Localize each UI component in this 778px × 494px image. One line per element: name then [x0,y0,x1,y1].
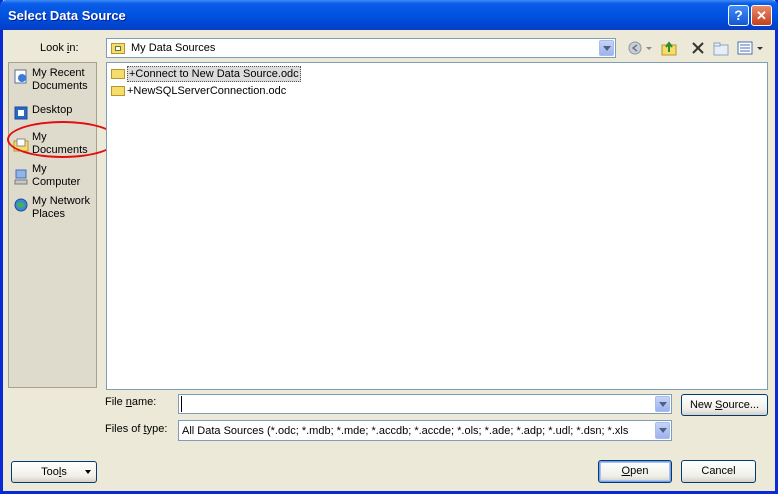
open-button[interactable]: Open [598,460,672,483]
file-name-label: File name: [105,396,157,408]
tools-button[interactable]: Tools [11,461,97,483]
place-desktop[interactable]: Desktop [13,104,97,120]
files-of-type-label: Files of type: [105,423,168,435]
cancel-button[interactable]: Cancel [681,460,756,483]
views-dropdown-icon[interactable] [756,40,764,56]
recent-documents-icon [13,68,29,84]
tools-dropdown-icon [85,470,91,474]
look-in-label: Look in: [40,42,79,54]
place-my-computer[interactable]: My Computer [13,163,97,191]
look-in-value: My Data Sources [131,42,216,54]
delete-icon[interactable] [690,40,706,56]
files-of-type-value: All Data Sources (*.odc; *.mdb; *.mde; *… [182,425,629,437]
place-my-network-places[interactable]: My Network Places [13,195,97,223]
folder-icon [111,69,125,79]
back-icon[interactable] [627,40,643,56]
file-name: +Connect to New Data Source.odc [127,66,301,82]
back-dropdown-icon[interactable] [645,40,653,56]
network-places-icon [13,197,29,213]
my-computer-icon [13,169,29,185]
data-sources-folder-icon [111,42,125,54]
new-folder-icon[interactable] [713,40,729,56]
look-in-dropdown-arrow[interactable] [599,40,614,56]
close-button[interactable]: ✕ [751,5,772,26]
views-icon[interactable] [737,40,753,56]
file-name-combo[interactable] [178,394,672,414]
file-name-input[interactable] [181,396,652,412]
folder-icon [111,86,125,96]
file-name: +NewSQLServerConnection.odc [127,85,287,97]
up-one-level-icon[interactable] [661,40,677,56]
help-button[interactable]: ? [728,5,749,26]
title-bar[interactable]: Select Data Source ? ✕ [0,0,778,30]
files-of-type-dropdown-arrow[interactable] [655,422,670,439]
place-my-recent-documents[interactable]: My Recent Documents [13,67,97,95]
new-source-button[interactable]: New Source... [681,394,768,416]
places-bar: My Recent Documents Desktop My Documents M… [8,62,97,388]
look-in-combo[interactable]: My Data Sources [106,38,616,58]
dialog-title: Select Data Source [8,8,126,23]
file-name-dropdown-arrow[interactable] [655,396,670,412]
files-of-type-combo[interactable]: All Data Sources (*.odc; *.mdb; *.mde; *… [178,420,672,441]
file-list[interactable]: +Connect to New Data Source.odc +NewSQLS… [106,62,768,390]
desktop-icon [13,105,29,121]
annotation-ellipse [7,121,118,158]
